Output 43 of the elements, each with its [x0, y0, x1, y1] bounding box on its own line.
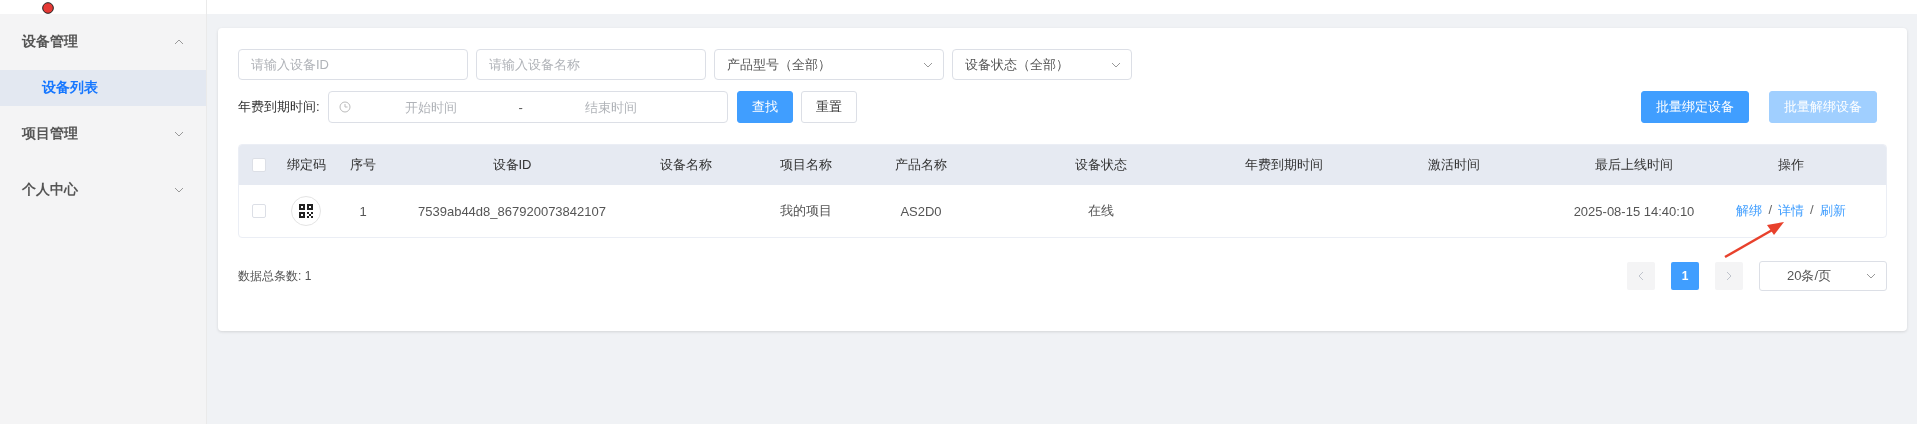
menu-item[interactable]: 项目管理 [0, 106, 206, 162]
table-cell-text: 2025-08-15 14:40:10 [1572, 203, 1696, 219]
column-header: 绑定码 [285, 156, 327, 174]
menu-item[interactable]: 设备管理 [0, 14, 206, 70]
column-header: 设备名称 [659, 156, 713, 174]
column-header: 序号 [349, 156, 377, 174]
table-cell-text: 7539ab44d8_867920073842107 [417, 203, 607, 219]
separator: / [1810, 202, 1814, 219]
column-header: 产品名称 [894, 156, 948, 174]
column-header: 设备ID [491, 156, 533, 174]
chevron-icon [174, 39, 184, 45]
date-label: 年费到期时间: [238, 98, 320, 116]
chevron-icon [174, 187, 184, 193]
column-header: 操作 [1777, 156, 1805, 174]
table-cell-text: AS2D0 [899, 203, 943, 219]
table-cell-text: 我的项目 [779, 202, 833, 220]
column-header: 项目名称 [779, 156, 833, 174]
chevron-icon [174, 131, 184, 137]
device-id-field[interactable]: 请输入设备ID [238, 49, 468, 80]
qr-code-icon [299, 204, 313, 218]
clock-icon [338, 101, 351, 113]
page-size-select[interactable]: 20条/页 [1759, 261, 1887, 291]
device-name-field[interactable]: 请输入设备名称 [476, 49, 706, 80]
device-status-select[interactable]: 设备状态（全部） [952, 49, 1132, 80]
select-all-checkbox[interactable] [252, 158, 266, 172]
table-cell-text: 1 [358, 203, 368, 219]
column-header: 激活时间 [1427, 156, 1481, 174]
column-header: 最后上线时间 [1594, 156, 1674, 174]
date-range-picker[interactable]: 开始时间 - 结束时间 [327, 91, 728, 123]
separator: / [1768, 202, 1772, 219]
table-cell-text: 在线 [1087, 202, 1115, 220]
chevron-icon [1866, 273, 1876, 279]
chevron-right-icon [1726, 271, 1732, 281]
reset-button[interactable]: 重置 [800, 91, 857, 123]
chevron-icon [1111, 61, 1121, 68]
product-model-select[interactable]: 产品型号（全部） [714, 49, 944, 80]
column-header: 年费到期时间 [1244, 156, 1324, 174]
menu-item[interactable]: 个人中心 [0, 162, 206, 218]
chevron-icon [923, 61, 933, 68]
chevron-left-icon [1638, 271, 1644, 281]
total-count: 数据总条数: 1 [238, 267, 313, 285]
row-checkbox[interactable] [252, 204, 266, 218]
column-header: 设备状态 [1074, 156, 1128, 174]
